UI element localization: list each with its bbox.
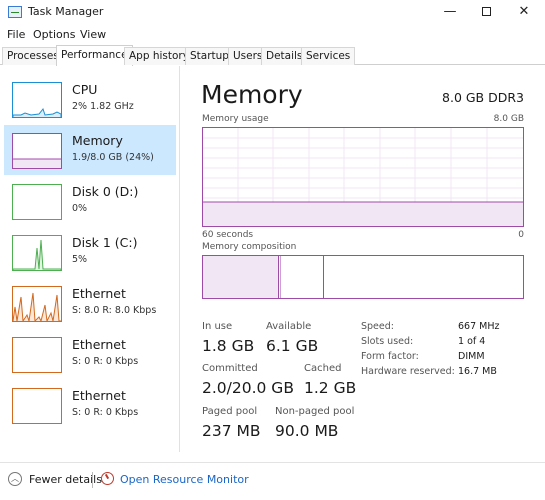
form-factor-value: DIMM — [458, 351, 485, 362]
memory-detail-panel: Memory 8.0 GB DDR3 Memory usage 8.0 GB 6… — [190, 66, 540, 452]
slots-label: Slots used: — [361, 336, 414, 347]
in-use-label: In use — [202, 321, 233, 332]
close-button[interactable]: ✕ — [510, 3, 538, 21]
composition-in-use — [203, 256, 279, 298]
maximize-icon — [481, 7, 491, 16]
resource-name: CPU — [72, 82, 98, 97]
tab-startup[interactable]: Startup — [185, 47, 234, 65]
cpu-thumbnail-graph — [12, 82, 62, 118]
available-label: Available — [266, 321, 312, 332]
resource-ethernet-3[interactable]: Ethernet S: 0 R: 0 Kbps — [4, 380, 176, 430]
resource-disk-0[interactable]: Disk 0 (D:) 0% — [4, 176, 176, 226]
committed-label: Committed — [202, 363, 258, 374]
speed-value: 667 MHz — [458, 321, 500, 332]
hardware-reserved-value: 16.7 MB — [458, 366, 497, 377]
resource-list: CPU 2% 1.82 GHz Memory 1.9/8.0 GB (24%) … — [0, 66, 180, 452]
available-value: 6.1 GB — [266, 337, 319, 355]
ethernet2-thumbnail-graph — [12, 337, 62, 373]
resource-detail: S: 0 R: 0 Kbps — [72, 356, 139, 367]
resource-name: Ethernet — [72, 388, 126, 403]
resource-disk-1[interactable]: Disk 1 (C:) 5% — [4, 227, 176, 277]
hardware-reserved-label: Hardware reserved: — [361, 366, 455, 377]
committed-value: 2.0/20.0 GB — [202, 379, 294, 397]
memory-thumbnail-graph — [12, 133, 62, 169]
paged-pool-label: Paged pool — [202, 406, 258, 417]
slots-value: 1 of 4 — [458, 336, 486, 347]
memory-spec: 8.0 GB DDR3 — [442, 90, 524, 105]
resource-detail: 1.9/8.0 GB (24%) — [72, 152, 154, 163]
ethernet1-thumbnail-graph — [12, 286, 62, 322]
fewer-details-link[interactable]: Fewer details — [29, 473, 102, 486]
resource-cpu[interactable]: CPU 2% 1.82 GHz — [4, 74, 176, 124]
memory-composition-label: Memory composition — [202, 242, 297, 252]
speed-label: Speed: — [361, 321, 394, 332]
resource-ethernet-2[interactable]: Ethernet S: 0 R: 0 Kbps — [4, 329, 176, 379]
resource-name: Disk 1 (C:) — [72, 235, 138, 250]
graph-axis-left: 60 seconds — [202, 230, 254, 240]
memory-usage-area — [203, 202, 523, 226]
non-paged-pool-value: 90.0 MB — [275, 422, 339, 440]
open-resource-monitor-link[interactable]: Open Resource Monitor — [120, 473, 249, 486]
tab-services[interactable]: Services — [301, 47, 356, 65]
form-factor-label: Form factor: — [361, 351, 419, 362]
title-bar: Task Manager — ✕ — [0, 0, 545, 26]
cached-label: Cached — [304, 363, 342, 374]
footer-divider — [92, 472, 93, 488]
resource-name: Memory — [72, 133, 123, 148]
resource-detail: S: 8.0 R: 8.0 Kbps — [72, 305, 157, 316]
ethernet3-thumbnail-graph — [12, 388, 62, 424]
resource-detail: S: 0 R: 0 Kbps — [72, 407, 139, 418]
tab-app-history[interactable]: App history — [124, 47, 194, 65]
page-title: Memory — [201, 80, 303, 109]
tab-bar: Processes Performance App history Startu… — [0, 45, 545, 66]
footer: ︿ Fewer details Open Resource Monitor — [0, 462, 545, 496]
resource-detail: 2% 1.82 GHz — [72, 101, 134, 112]
resource-ethernet-1[interactable]: Ethernet S: 8.0 R: 8.0 Kbps — [4, 278, 176, 328]
chevron-up-icon[interactable]: ︿ — [8, 472, 22, 486]
minimize-button[interactable]: — — [436, 3, 464, 21]
tab-processes[interactable]: Processes — [2, 47, 64, 65]
disk1-thumbnail-graph — [12, 235, 62, 271]
menu-bar: File Options View — [0, 26, 545, 44]
memory-usage-max: 8.0 GB — [493, 114, 524, 124]
graph-axis-right: 0 — [518, 230, 524, 240]
composition-modified — [280, 256, 324, 298]
resource-memory[interactable]: Memory 1.9/8.0 GB (24%) — [4, 125, 176, 175]
in-use-value: 1.8 GB — [202, 337, 255, 355]
menu-view[interactable]: View — [80, 28, 106, 41]
memory-composition-bar[interactable] — [202, 255, 524, 299]
paged-pool-value: 237 MB — [202, 422, 261, 440]
maximize-button[interactable] — [472, 3, 500, 21]
menu-options[interactable]: Options — [33, 28, 75, 41]
memory-usage-label: Memory usage — [202, 114, 269, 124]
window-title: Task Manager — [28, 5, 104, 18]
resource-name: Ethernet — [72, 286, 126, 301]
disk0-thumbnail-graph — [12, 184, 62, 220]
task-manager-icon — [8, 6, 22, 18]
menu-file[interactable]: File — [7, 28, 25, 41]
tab-performance[interactable]: Performance — [56, 45, 133, 66]
resource-name: Ethernet — [72, 337, 126, 352]
memory-usage-graph — [202, 127, 524, 227]
memory-usage-chart — [203, 128, 523, 226]
resource-name: Disk 0 (D:) — [72, 184, 139, 199]
resource-detail: 0% — [72, 203, 88, 214]
non-paged-pool-label: Non-paged pool — [275, 406, 355, 417]
resource-monitor-icon[interactable] — [101, 472, 114, 485]
resource-detail: 5% — [72, 254, 88, 265]
cached-value: 1.2 GB — [304, 379, 357, 397]
